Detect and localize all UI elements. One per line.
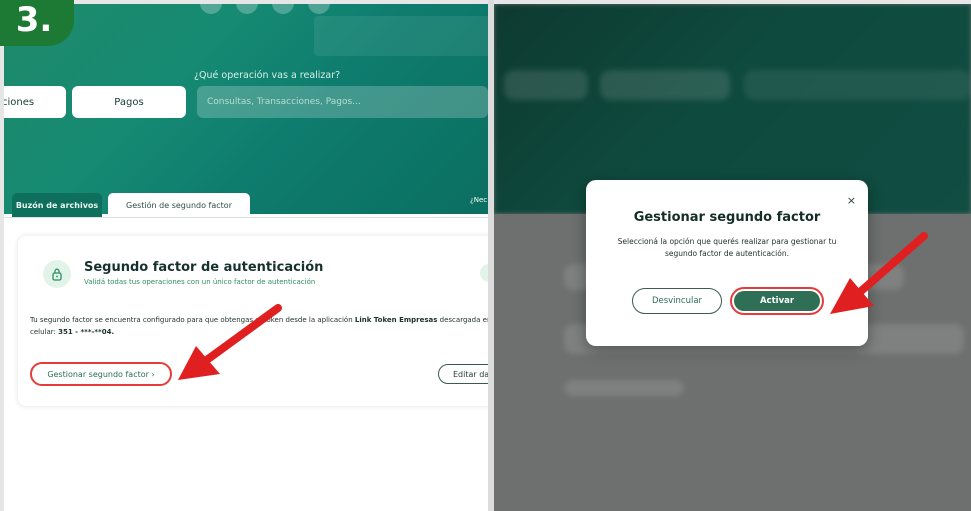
lock-icon — [43, 260, 71, 288]
top-decoration — [236, 4, 258, 14]
red-arrow-icon — [830, 232, 928, 314]
modal-title: Gestionar segundo factor — [633, 210, 821, 225]
blurred-element — [600, 70, 730, 100]
activar-highlight: Activar — [730, 287, 824, 315]
tab-divider — [4, 217, 488, 218]
search-question: ¿Qué operación vas a realizar? — [194, 70, 341, 81]
tab-gestion-segundo-factor[interactable]: Gestión de segundo factor — [108, 193, 250, 217]
operaciones-button[interactable]: ciones — [4, 86, 66, 118]
top-decoration — [308, 4, 330, 14]
blurred-element — [504, 70, 588, 100]
step-badge: 3. — [0, 0, 74, 46]
gestionar-segundo-factor-button[interactable]: Gestionar segundo factor › — [30, 362, 172, 386]
editar-datos-button[interactable]: Editar dat — [438, 364, 488, 384]
help-link[interactable]: ¿Nec — [470, 196, 487, 204]
tab-buzon-de-archivos[interactable]: Buzón de archivos — [12, 193, 102, 217]
close-icon[interactable]: × — [847, 194, 856, 207]
left-panel: ¿Qué operación vas a realizar? ciones Pa… — [4, 4, 488, 511]
activar-button[interactable]: Activar — [734, 291, 820, 311]
modal-description: Seleccioná la opción que querés realizar… — [617, 237, 837, 258]
hero-banner: ¿Qué operación vas a realizar? ciones Pa… — [4, 4, 488, 217]
desvincular-button[interactable]: Desvincular — [632, 288, 722, 314]
card-title: Segundo factor de autenticación — [84, 260, 324, 275]
hero-panel — [314, 16, 488, 56]
top-decoration — [272, 4, 294, 14]
top-decoration — [200, 4, 222, 14]
search-input[interactable]: Consultas, Transacciones, Pagos... — [197, 86, 488, 118]
pagos-button[interactable]: Pagos — [72, 86, 186, 118]
right-panel: × Gestionar segundo factor Seleccioná la… — [494, 4, 971, 511]
card-subtitle: Validá todas tus operaciones con un únic… — [84, 278, 316, 286]
red-arrow-icon — [178, 304, 282, 380]
phone-number: 351 - ***-**04. — [58, 328, 115, 336]
blurred-element — [744, 70, 971, 100]
blurred-element — [564, 380, 684, 396]
tutorial-screenshot: ¿Qué operación vas a realizar? ciones Pa… — [0, 0, 971, 511]
app-name: Link Token Empresas — [354, 316, 438, 324]
status-chip — [480, 264, 488, 282]
